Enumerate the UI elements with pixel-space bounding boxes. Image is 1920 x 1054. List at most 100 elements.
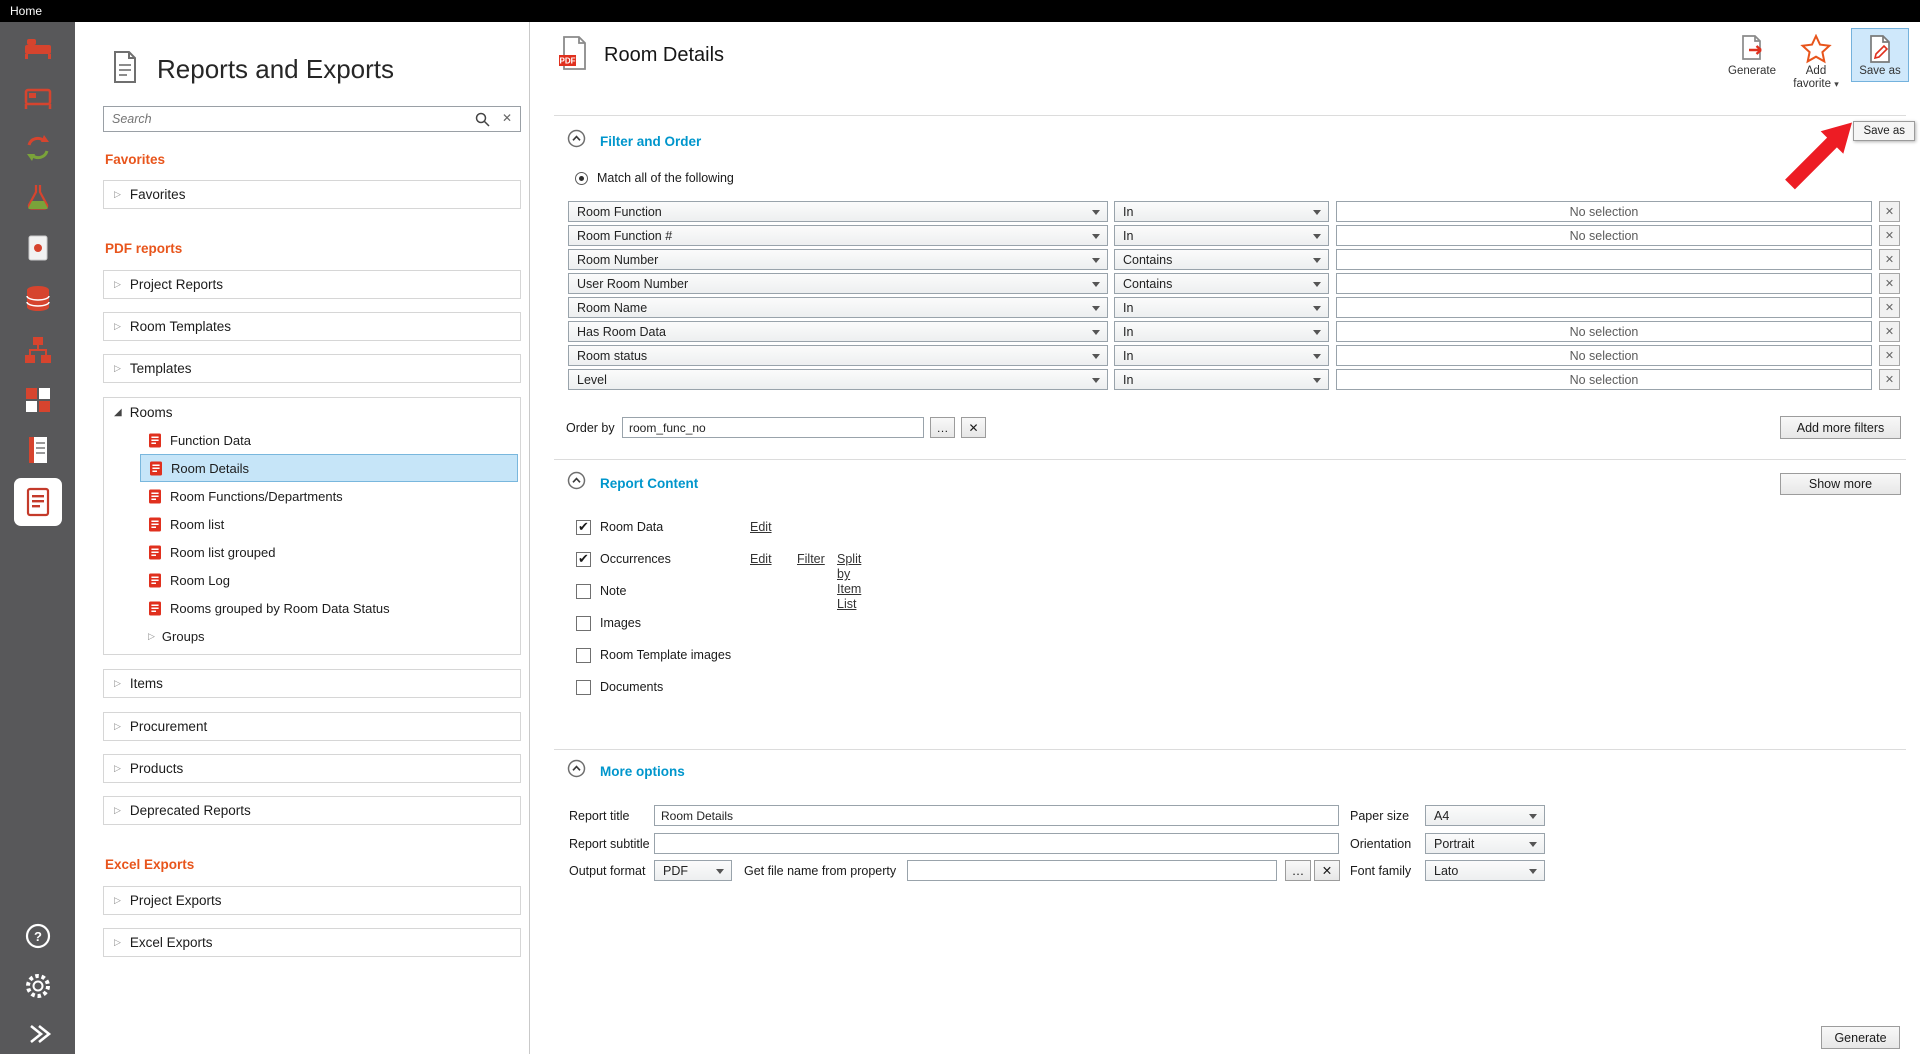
filter-field-select[interactable]: Room status	[568, 345, 1108, 366]
sidebar-item-room-log[interactable]: Room Log	[140, 566, 518, 594]
remove-filter-button[interactable]: ✕	[1879, 249, 1900, 270]
documents-checkbox[interactable]	[576, 680, 591, 695]
sidebar-item-project-reports[interactable]: ▷ Project Reports	[103, 270, 521, 299]
rail-icon-2[interactable]	[16, 75, 60, 119]
filter-operator-select[interactable]: In	[1114, 321, 1329, 342]
generate-button[interactable]: Generate	[1821, 1026, 1900, 1049]
sidebar-item-groups[interactable]: ▷ Groups	[140, 622, 518, 650]
remove-filter-button[interactable]: ✕	[1879, 273, 1900, 294]
add-favorite-button[interactable]: Add favorite ▾	[1788, 29, 1844, 94]
save-as-button[interactable]: Save as	[1852, 29, 1908, 81]
file-name-clear-button[interactable]: ✕	[1314, 860, 1340, 881]
filter-value-box[interactable]	[1336, 249, 1872, 270]
filter-value-box[interactable]: No selection	[1336, 201, 1872, 222]
sidebar-item-room-list-grouped[interactable]: Room list grouped	[140, 538, 518, 566]
filter-operator-select[interactable]: In	[1114, 345, 1329, 366]
chevron-right-icon[interactable]: ▷	[114, 805, 121, 816]
sidebar-item-function-data[interactable]: Function Data	[140, 426, 518, 454]
rail-icon-7[interactable]	[16, 328, 60, 372]
report-title-input[interactable]	[654, 805, 1339, 826]
match-all-option[interactable]: Match all of the following	[575, 171, 734, 185]
sidebar-item-rooms-grouped-by-room-data-status[interactable]: Rooms grouped by Room Data Status	[140, 594, 518, 622]
room-data-checkbox[interactable]	[576, 520, 591, 535]
filter-value-box[interactable]	[1336, 273, 1872, 294]
filter-field-select[interactable]: Room Function #	[568, 225, 1108, 246]
chevron-right-icon[interactable]: ▷	[114, 678, 121, 689]
remove-filter-button[interactable]: ✕	[1879, 369, 1900, 390]
chevron-right-icon[interactable]: ▷	[114, 321, 121, 332]
note-checkbox[interactable]	[576, 584, 591, 599]
filter-operator-select[interactable]: In	[1114, 201, 1329, 222]
generate-tool-button[interactable]: Generate	[1724, 29, 1780, 81]
filter-field-select[interactable]: User Room Number	[568, 273, 1108, 294]
sidebar-item-deprecated-reports[interactable]: ▷ Deprecated Reports	[103, 796, 521, 825]
occurrences-checkbox[interactable]	[576, 552, 591, 567]
clear-search-icon[interactable]: ✕	[502, 111, 512, 125]
sidebar-item-templates[interactable]: ▷ Templates	[103, 354, 521, 383]
settings-gear-icon[interactable]	[20, 968, 56, 1004]
sidebar-item-excel-exports[interactable]: ▷ Excel Exports	[103, 928, 521, 957]
sidebar-item-room-functions-departments[interactable]: Room Functions/Departments	[140, 482, 518, 510]
sidebar-item-procurement[interactable]: ▷ Procurement	[103, 712, 521, 741]
filter-value-box[interactable]	[1336, 297, 1872, 318]
images-checkbox[interactable]	[576, 616, 591, 631]
remove-filter-button[interactable]: ✕	[1879, 345, 1900, 366]
orientation-select[interactable]: Portrait	[1425, 833, 1545, 854]
filter-value-box[interactable]: No selection	[1336, 225, 1872, 246]
font-family-select[interactable]: Lato	[1425, 860, 1545, 881]
chevron-right-icon[interactable]: ▷	[114, 937, 121, 948]
chevron-right-icon[interactable]: ▷	[114, 721, 121, 732]
filter-operator-select[interactable]: Contains	[1114, 249, 1329, 270]
filter-field-select[interactable]: Room Number	[568, 249, 1108, 270]
chevron-right-icon[interactable]: ▷	[114, 189, 121, 200]
room-template-images-checkbox[interactable]	[576, 648, 591, 663]
edit-link[interactable]: Edit	[750, 552, 772, 567]
rail-icon-5[interactable]	[16, 226, 60, 270]
chevron-right-icon[interactable]: ▷	[114, 895, 121, 906]
edit-link[interactable]: Edit	[750, 520, 772, 535]
chevron-right-icon[interactable]: ▷	[114, 763, 121, 774]
output-format-select[interactable]: PDF	[654, 860, 732, 881]
filter-operator-select[interactable]: In	[1114, 297, 1329, 318]
filter-value-box[interactable]: No selection	[1336, 321, 1872, 342]
collapse-rail-icon[interactable]	[20, 1016, 56, 1052]
split-by-item-list-link[interactable]: Split by Item List	[837, 552, 861, 612]
rail-icon-8[interactable]	[16, 378, 60, 422]
file-name-property-input[interactable]	[907, 860, 1277, 881]
chevron-expanded-icon[interactable]: ◢	[114, 407, 122, 418]
paper-size-select[interactable]: A4	[1425, 805, 1545, 826]
order-by-clear-button[interactable]: ✕	[961, 417, 986, 438]
report-subtitle-input[interactable]	[654, 833, 1339, 854]
chevron-right-icon[interactable]: ▷	[114, 363, 121, 374]
help-icon[interactable]: ?	[20, 918, 56, 954]
filter-field-select[interactable]: Room Name	[568, 297, 1108, 318]
add-more-filters-button[interactable]: Add more filters	[1780, 416, 1901, 439]
sidebar-item-room-templates[interactable]: ▷ Room Templates	[103, 312, 521, 341]
filter-value-box[interactable]: No selection	[1336, 345, 1872, 366]
collapse-section-icon[interactable]	[567, 471, 586, 495]
sidebar-item-products[interactable]: ▷ Products	[103, 754, 521, 783]
order-by-input[interactable]	[622, 417, 924, 438]
search-input[interactable]	[112, 108, 452, 130]
filter-field-select[interactable]: Level	[568, 369, 1108, 390]
sidebar-item-favorites[interactable]: ▷ Favorites	[103, 180, 521, 209]
filter-value-box[interactable]: No selection	[1336, 369, 1872, 390]
rail-icon-3[interactable]	[16, 126, 60, 170]
rail-icon-1[interactable]	[16, 25, 60, 69]
filter-field-select[interactable]: Room Function	[568, 201, 1108, 222]
rail-icon-reports[interactable]	[14, 478, 62, 526]
sidebar-item-items[interactable]: ▷ Items	[103, 669, 521, 698]
file-name-browse-button[interactable]: …	[1285, 860, 1311, 881]
chevron-right-icon[interactable]: ▷	[148, 631, 155, 642]
show-more-button[interactable]: Show more	[1780, 473, 1901, 495]
sidebar-item-room-list[interactable]: Room list	[140, 510, 518, 538]
home-menu[interactable]: Home	[0, 0, 42, 22]
remove-filter-button[interactable]: ✕	[1879, 225, 1900, 246]
sidebar-item-rooms[interactable]: ◢ Rooms	[104, 398, 520, 426]
rail-icon-4[interactable]	[16, 175, 60, 219]
filter-operator-select[interactable]: Contains	[1114, 273, 1329, 294]
filter-operator-select[interactable]: In	[1114, 369, 1329, 390]
remove-filter-button[interactable]: ✕	[1879, 321, 1900, 342]
collapse-section-icon[interactable]	[567, 129, 586, 153]
order-by-browse-button[interactable]: …	[930, 417, 955, 438]
